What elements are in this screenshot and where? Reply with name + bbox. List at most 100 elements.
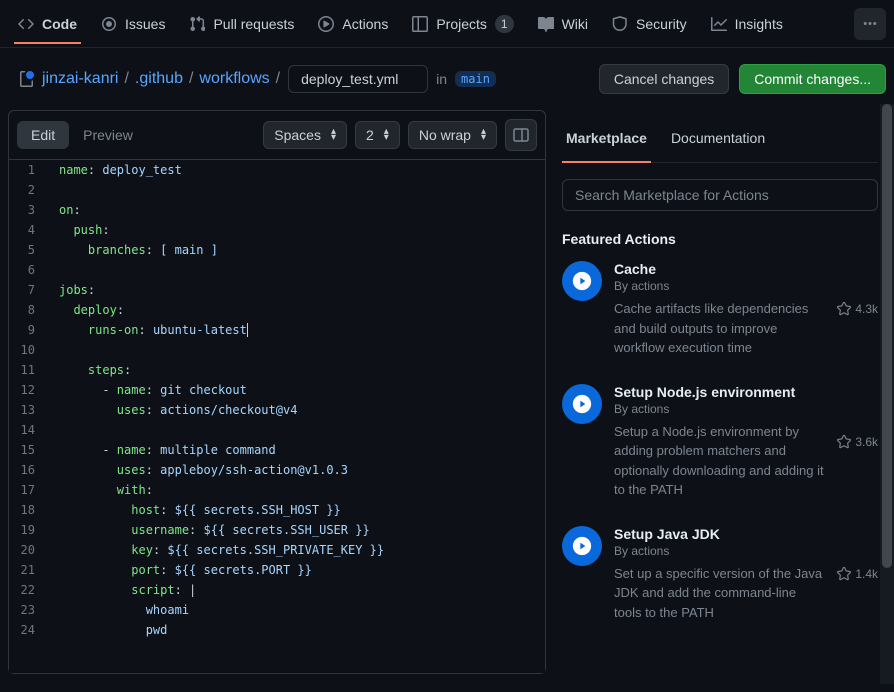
code-line[interactable]: 17 with: (9, 480, 545, 500)
star-icon (837, 302, 851, 316)
star-icon (837, 567, 851, 581)
line-number: 3 (9, 200, 49, 220)
issues-icon (101, 16, 117, 32)
code-line[interactable]: 3on: (9, 200, 545, 220)
nav-wiki[interactable]: Wiki (528, 8, 598, 40)
code-line[interactable]: 14 (9, 420, 545, 440)
code-line[interactable]: 7jobs: (9, 280, 545, 300)
code-line[interactable]: 19 username: ${{ secrets.SSH_USER }} (9, 520, 545, 540)
nav-code[interactable]: Code (8, 8, 87, 40)
indent-size-select[interactable]: 2 ▴▾ (355, 121, 400, 149)
nav-issues[interactable]: Issues (91, 8, 175, 40)
code-line[interactable]: 5 branches: [ main ] (9, 240, 545, 260)
code-line[interactable]: 6 (9, 260, 545, 280)
nav-pulls-label: Pull requests (213, 16, 294, 32)
line-number: 12 (9, 380, 49, 400)
action-stars: 1.4k (837, 526, 878, 623)
code-line[interactable]: 18 host: ${{ secrets.SSH_HOST }} (9, 500, 545, 520)
action-description: Setup a Node.js environment by adding pr… (614, 422, 825, 500)
nav-pulls[interactable]: Pull requests (179, 8, 304, 40)
code-line[interactable]: 22 script: | (9, 580, 545, 600)
action-card[interactable]: Cache By actions Cache artifacts like de… (562, 261, 878, 358)
edit-tab[interactable]: Edit (17, 121, 69, 149)
preview-tab[interactable]: Preview (69, 121, 147, 149)
line-number: 23 (9, 600, 49, 620)
line-number: 17 (9, 480, 49, 500)
code-line[interactable]: 13 uses: actions/checkout@v4 (9, 400, 545, 420)
action-description: Cache artifacts like dependencies and bu… (614, 299, 825, 358)
nav-insights-label: Insights (735, 16, 783, 32)
line-number: 22 (9, 580, 49, 600)
editor-toolbar: Edit Preview Spaces ▴▾ 2 ▴▾ No wrap ▴▾ (9, 111, 545, 160)
code-line[interactable]: 9 runs-on: ubuntu-latest (9, 320, 545, 340)
code-line[interactable]: 1name: deploy_test (9, 160, 545, 180)
marketplace-tab[interactable]: Marketplace (562, 122, 651, 162)
nav-security[interactable]: Security (602, 8, 697, 40)
code-line[interactable]: 4 push: (9, 220, 545, 240)
nav-actions-label: Actions (342, 16, 388, 32)
more-menu-button[interactable] (854, 8, 886, 40)
code-line[interactable]: 12 - name: git checkout (9, 380, 545, 400)
featured-actions-title: Featured Actions (562, 231, 878, 247)
nav-projects[interactable]: Projects 1 (402, 7, 523, 41)
play-circle-icon (562, 261, 602, 301)
code-line[interactable]: 23 whoami (9, 600, 545, 620)
featured-actions-list: Cache By actions Cache artifacts like de… (562, 261, 878, 622)
code-line[interactable]: 11 steps: (9, 360, 545, 380)
line-number: 15 (9, 440, 49, 460)
breadcrumb-github[interactable]: .github (135, 70, 183, 88)
file-header: jinzai-kanri / .github / workflows / in … (0, 48, 894, 110)
star-icon (837, 435, 851, 449)
panel-toggle-button[interactable] (505, 119, 537, 151)
shield-icon (612, 16, 628, 32)
action-stars: 3.6k (837, 384, 878, 500)
marketplace-sidebar: Marketplace Documentation Featured Actio… (562, 110, 886, 674)
action-author: By actions (614, 544, 825, 558)
code-line[interactable]: 21 port: ${{ secrets.PORT }} (9, 560, 545, 580)
line-number: 1 (9, 160, 49, 180)
projects-icon (412, 16, 428, 32)
wrap-mode-select[interactable]: No wrap ▴▾ (408, 121, 497, 149)
line-number: 8 (9, 300, 49, 320)
play-circle-icon (562, 526, 602, 566)
editor-pane: Edit Preview Spaces ▴▾ 2 ▴▾ No wrap ▴▾ (8, 110, 546, 674)
line-number: 6 (9, 260, 49, 280)
action-title: Cache (614, 261, 825, 277)
chevron-updown-icon: ▴▾ (331, 129, 336, 141)
scrollbar[interactable] (880, 104, 894, 684)
indent-mode-select[interactable]: Spaces ▴▾ (263, 121, 347, 149)
action-author: By actions (614, 279, 825, 293)
breadcrumb-workflows[interactable]: workflows (199, 70, 269, 88)
cancel-button[interactable]: Cancel changes (599, 64, 729, 94)
branch-badge[interactable]: main (455, 71, 496, 87)
code-editor[interactable]: 1name: deploy_test23on:4 push:5 branches… (9, 160, 545, 673)
code-line[interactable]: 16 uses: appleboy/ssh-action@v1.0.3 (9, 460, 545, 480)
code-line[interactable]: 8 deploy: (9, 300, 545, 320)
nav-actions[interactable]: Actions (308, 8, 398, 40)
scrollbar-thumb[interactable] (882, 104, 892, 568)
breadcrumb-repo[interactable]: jinzai-kanri (42, 70, 118, 88)
code-line[interactable]: 10 (9, 340, 545, 360)
line-number: 4 (9, 220, 49, 240)
nav-issues-label: Issues (125, 16, 165, 32)
line-number: 16 (9, 460, 49, 480)
line-number: 5 (9, 240, 49, 260)
filename-input[interactable] (288, 65, 428, 93)
action-card[interactable]: Setup Node.js environment By actions Set… (562, 384, 878, 500)
commit-button[interactable]: Commit changes... (739, 64, 886, 94)
code-line[interactable]: 15 - name: multiple command (9, 440, 545, 460)
code-line[interactable]: 24 pwd (9, 620, 545, 640)
line-number: 24 (9, 620, 49, 640)
marketplace-search-input[interactable] (562, 179, 878, 211)
action-card[interactable]: Setup Java JDK By actions Set up a speci… (562, 526, 878, 623)
line-number: 18 (9, 500, 49, 520)
nav-insights[interactable]: Insights (701, 8, 793, 40)
line-number: 20 (9, 540, 49, 560)
code-line[interactable]: 2 (9, 180, 545, 200)
code-icon (18, 16, 34, 32)
chevron-updown-icon: ▴▾ (481, 129, 486, 141)
documentation-tab[interactable]: Documentation (667, 122, 769, 162)
line-number: 13 (9, 400, 49, 420)
code-line[interactable]: 20 key: ${{ secrets.SSH_PRIVATE_KEY }} (9, 540, 545, 560)
chevron-updown-icon: ▴▾ (384, 129, 389, 141)
